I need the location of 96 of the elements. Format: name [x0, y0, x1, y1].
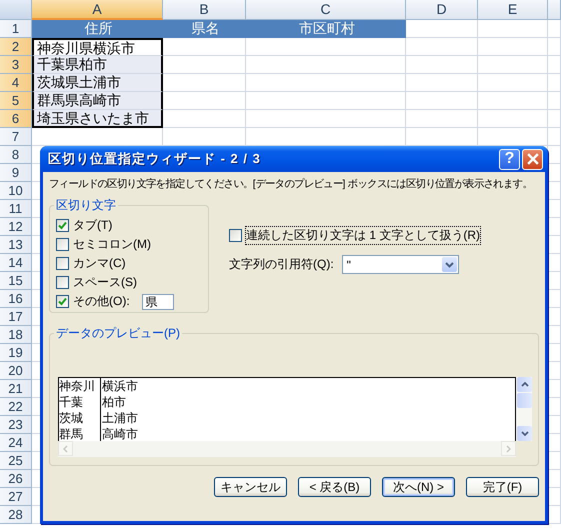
window-title: 区切り位置指定ウィザード - 2 / 3 [48, 150, 262, 168]
table-cell [406, 56, 478, 74]
checkbox-label[interactable]: セミコロン(M) [73, 236, 151, 253]
quote-label: 文字列の引用符(Q): [229, 256, 334, 273]
column-header[interactable]: D [406, 0, 478, 20]
column-header[interactable]: E [478, 0, 548, 20]
row-header[interactable]: 7 [0, 128, 32, 146]
checkbox[interactable] [56, 276, 69, 289]
row-header[interactable]: 17 [0, 308, 32, 326]
table-cell [548, 74, 561, 92]
other-delimiter-field[interactable]: 県 [142, 294, 174, 310]
scroll-up-icon[interactable] [517, 377, 532, 392]
group-legend: 区切り文字 [54, 198, 118, 212]
table-cell [478, 92, 548, 110]
row-header[interactable]: 25 [0, 452, 32, 470]
dialog-button[interactable]: < 戻る(B) [298, 477, 371, 497]
table-cell: 県名 [163, 20, 246, 38]
table-cell [548, 38, 561, 56]
checkbox-label[interactable]: スペース(S) [73, 274, 137, 291]
dialog-button[interactable]: キャンセル [214, 477, 287, 497]
table-cell [406, 38, 478, 56]
table-cell [548, 128, 561, 146]
row-header[interactable]: 24 [0, 434, 32, 452]
table-cell: 千葉県柏市 [32, 56, 163, 74]
row-header[interactable]: 16 [0, 290, 32, 308]
checkbox[interactable] [229, 229, 242, 242]
row-header[interactable]: 8 [0, 146, 32, 164]
row-header[interactable]: 26 [0, 470, 32, 488]
instruction-text: フィールドの区切り文字を指定してください。[データのプレビュー] ボックスには区切り位置が表示されます。 [49, 177, 532, 192]
column-header[interactable]: B [163, 0, 246, 20]
table-cell [406, 92, 478, 110]
table-cell [406, 74, 478, 92]
table-cell [478, 74, 548, 92]
table-cell [478, 20, 548, 38]
dialog-button[interactable]: 完了(F) [466, 477, 539, 497]
vertical-scrollbar[interactable] [516, 377, 532, 441]
checkbox[interactable] [56, 238, 69, 251]
table-cell [548, 20, 561, 38]
row-header[interactable]: 15 [0, 272, 32, 290]
scroll-thumb[interactable] [517, 393, 532, 408]
row-header[interactable]: 27 [0, 488, 32, 506]
table-cell [548, 92, 561, 110]
row-header[interactable]: 18 [0, 326, 32, 344]
close-button[interactable] [522, 148, 543, 170]
dialog-button[interactable]: 次へ(N) > [382, 477, 455, 497]
checkbox[interactable] [56, 257, 69, 270]
row-header[interactable]: 19 [0, 344, 32, 362]
row-header[interactable]: 23 [0, 416, 32, 434]
preview-cell: 茨城 [59, 410, 101, 426]
table-cell: 茨城県土浦市 [32, 74, 163, 92]
row-header[interactable]: 21 [0, 380, 32, 398]
checkbox-label[interactable]: タブ(T) [73, 217, 112, 234]
quote-dropdown[interactable]: " [342, 255, 459, 274]
row-header[interactable]: 13 [0, 236, 32, 254]
row-header[interactable]: 11 [0, 200, 32, 218]
row-header[interactable]: 12 [0, 218, 32, 236]
preview-cell: 高崎市 [101, 426, 138, 441]
row-header[interactable]: 20 [0, 362, 32, 380]
table-cell: 埼玉県さいたま市 [32, 110, 163, 128]
row-header[interactable]: 1 [0, 20, 32, 38]
row-header[interactable]: 3 [0, 56, 32, 74]
table-cell: 市区町村 [246, 20, 406, 38]
row-header[interactable]: 22 [0, 398, 32, 416]
checkbox-label[interactable]: カンマ(C) [73, 255, 126, 272]
row-header[interactable]: 6 [0, 110, 32, 128]
table-cell [548, 110, 561, 128]
table-cell: 群馬県高崎市 [32, 92, 163, 110]
table-cell [478, 38, 548, 56]
close-icon [526, 153, 538, 165]
table-cell: 神奈川県横浜市 [32, 38, 163, 56]
column-header[interactable]: A [32, 0, 163, 20]
row-header[interactable]: 14 [0, 254, 32, 272]
checkbox-label[interactable]: その他(O): [73, 293, 130, 310]
row-header[interactable]: 2 [0, 38, 32, 56]
checkbox[interactable] [56, 219, 69, 232]
preview-cell: 土浦市 [101, 410, 138, 426]
group-legend: データのプレビュー(P) [54, 326, 182, 340]
preview-cell: 神奈川 [59, 378, 101, 394]
column-header[interactable]: C [246, 0, 406, 20]
checkbox-label[interactable]: 連続した区切り文字は 1 文字として扱う(R) [246, 227, 480, 244]
row-header[interactable]: 5 [0, 92, 32, 110]
table-cell [478, 56, 548, 74]
preview-cell: 横浜市 [101, 378, 138, 394]
preview-cell: 千葉 [59, 394, 101, 410]
row-header[interactable]: 4 [0, 74, 32, 92]
row-header[interactable]: 10 [0, 182, 32, 200]
row-header[interactable]: 9 [0, 164, 32, 182]
table-cell [406, 20, 478, 38]
table-cell [548, 56, 561, 74]
row-header[interactable]: 28 [0, 506, 32, 524]
table-cell [478, 110, 548, 128]
preview-cell: 柏市 [101, 394, 126, 410]
table-cell: 住所 [32, 20, 163, 38]
scroll-down-icon[interactable] [517, 426, 532, 441]
checkbox[interactable] [56, 295, 69, 308]
table-cell [406, 110, 478, 128]
